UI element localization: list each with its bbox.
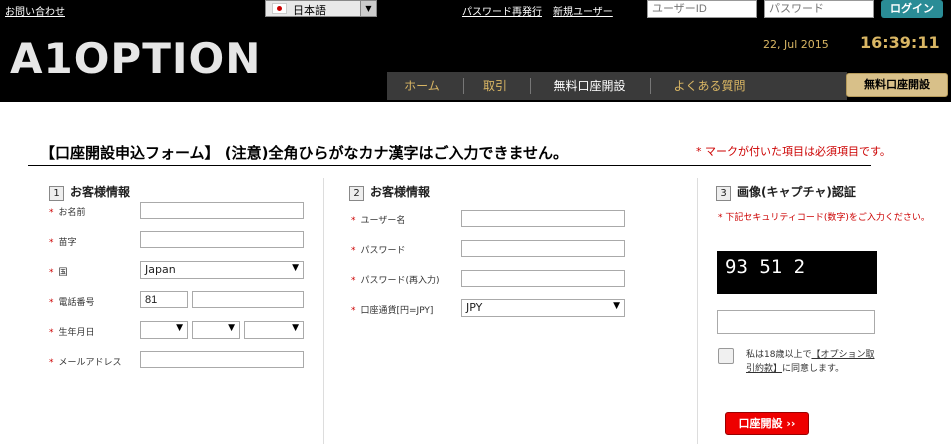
nav-faq[interactable]: よくある質問 xyxy=(652,72,767,100)
header: A1OPTION 22, Jul 2015 16:39:11 ホーム 取引 無料… xyxy=(0,20,951,102)
country-label: * 国 xyxy=(49,268,68,278)
password-confirm-field[interactable] xyxy=(461,270,625,287)
required-asterisk: * xyxy=(49,208,54,218)
nav-divider xyxy=(463,78,464,94)
age-agree-checkbox[interactable] xyxy=(718,348,734,364)
currency-label: * 口座通貨[円=JPY] xyxy=(351,306,434,316)
nav-divider xyxy=(650,78,651,94)
phone-number-field[interactable] xyxy=(192,291,304,308)
title-divider xyxy=(28,165,871,166)
nav-trade[interactable]: 取引 xyxy=(465,72,525,100)
japan-flag-icon xyxy=(272,3,287,14)
step-number: 2 xyxy=(349,186,364,201)
required-asterisk: * xyxy=(351,306,356,316)
dropdown-arrow-icon: ▼ xyxy=(613,301,620,311)
nav-divider xyxy=(530,78,531,94)
required-asterisk: * xyxy=(49,238,54,248)
contact-link[interactable]: お問い合わせ xyxy=(5,3,65,18)
password-input[interactable] xyxy=(764,0,874,18)
nav-home[interactable]: ホーム xyxy=(387,72,457,100)
section2-heading: 2 お客様情報 xyxy=(349,183,430,201)
email-label: * メールアドレス xyxy=(49,358,122,368)
country-select[interactable]: Japan ▼ xyxy=(140,261,304,279)
dob-year-select[interactable]: ▼ xyxy=(140,321,188,339)
dob-label: * 生年月日 xyxy=(49,328,95,338)
captcha-note: * 下記セキュリティコード(数字)をご入力ください。 xyxy=(718,213,930,223)
required-asterisk: * xyxy=(351,216,356,226)
dob-day-select[interactable]: ▼ xyxy=(244,321,304,339)
main-nav: ホーム 取引 無料口座開設 よくある質問 xyxy=(387,72,847,100)
name-label: * お名前 xyxy=(49,208,86,218)
column-divider xyxy=(697,178,698,444)
captcha-image: 93 51 2 xyxy=(717,251,877,294)
open-account-button[interactable]: 無料口座開設 xyxy=(846,73,948,97)
phone-label: * 電話番号 xyxy=(49,298,95,308)
section1-heading: 1 お客様情報 xyxy=(49,183,130,201)
login-button[interactable]: ログイン xyxy=(881,0,943,18)
password-reset-link[interactable]: パスワード再発行 xyxy=(462,3,542,18)
logo[interactable]: A1OPTION xyxy=(10,34,261,83)
required-note: * マークが付いた項目は必須項目です。 xyxy=(696,145,891,158)
dob-month-select[interactable]: ▼ xyxy=(192,321,240,339)
dropdown-arrow-icon: ▼ xyxy=(228,323,235,333)
open-account-submit-button[interactable]: 口座開設 ›› xyxy=(725,412,809,435)
step-number: 1 xyxy=(49,186,64,201)
currency-value: JPY xyxy=(466,301,483,314)
required-asterisk: * xyxy=(49,358,54,368)
password-field[interactable] xyxy=(461,240,625,257)
required-asterisk: * xyxy=(49,268,54,278)
step-number: 3 xyxy=(716,186,731,201)
currency-select[interactable]: JPY ▼ xyxy=(461,299,625,317)
required-asterisk: * xyxy=(351,276,356,286)
password-label: * パスワード xyxy=(351,246,406,256)
language-select[interactable]: 日本語 ▼ xyxy=(265,0,377,17)
required-asterisk: * xyxy=(49,328,54,338)
column-divider xyxy=(323,178,324,444)
agree-text: 私は18歳以上で【オプション取引約款】に同意します。 xyxy=(746,350,875,374)
nav-open-account[interactable]: 無料口座開設 xyxy=(532,72,647,100)
top-bar: お問い合わせ 日本語 ▼ パスワード再発行 新規ユーザー ログイン xyxy=(0,0,951,20)
section-title: お客様情報 xyxy=(370,185,431,199)
page-title: 【口座開設申込フォーム】 (注意)全角ひらがなカナ漢字はご入力できません。 xyxy=(40,144,569,162)
section-title: お客様情報 xyxy=(70,185,131,199)
surname-label: * 苗字 xyxy=(49,238,77,248)
required-asterisk: * xyxy=(351,246,356,256)
current-date: 22, Jul 2015 xyxy=(763,38,829,51)
dropdown-arrow-icon: ▼ xyxy=(360,1,376,16)
dropdown-arrow-icon: ▼ xyxy=(292,263,299,273)
userid-input[interactable] xyxy=(647,0,757,18)
username-label: * ユーザー名 xyxy=(351,216,406,226)
country-value: Japan xyxy=(145,263,176,276)
section3-heading: 3 画像(キャプチャ)認証 xyxy=(716,183,856,201)
new-user-link[interactable]: 新規ユーザー xyxy=(553,3,613,18)
dropdown-arrow-icon: ▼ xyxy=(292,323,299,333)
required-asterisk: * xyxy=(49,298,54,308)
section-title: 画像(キャプチャ)認証 xyxy=(737,185,856,199)
name-field[interactable] xyxy=(140,202,304,219)
dropdown-arrow-icon: ▼ xyxy=(176,323,183,333)
captcha-code: 93 51 2 xyxy=(725,256,806,278)
captcha-input[interactable] xyxy=(717,310,875,334)
email-field[interactable] xyxy=(140,351,304,368)
current-time: 16:39:11 xyxy=(860,33,940,52)
username-field[interactable] xyxy=(461,210,625,227)
surname-field[interactable] xyxy=(140,231,304,248)
phone-code-field[interactable] xyxy=(140,291,188,308)
language-label: 日本語 xyxy=(293,4,326,17)
password-confirm-label: * パスワード(再入力) xyxy=(351,276,440,286)
